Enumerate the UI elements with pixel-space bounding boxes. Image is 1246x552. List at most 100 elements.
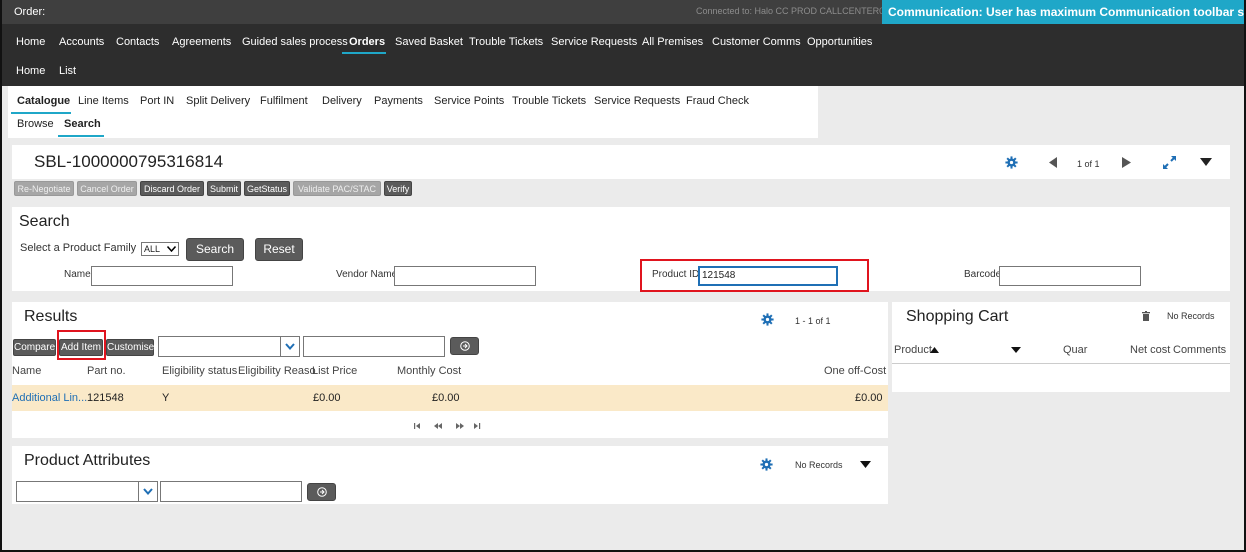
tab-port-in[interactable]: Port IN xyxy=(140,95,174,107)
communication-banner[interactable]: Communication: User has maximum Communic… xyxy=(882,0,1244,24)
results-title: Results xyxy=(24,308,78,325)
cancel-order-button[interactable]: Cancel Order xyxy=(77,181,137,196)
query-field-select[interactable] xyxy=(158,336,300,357)
subnav-home[interactable]: Home xyxy=(16,65,45,77)
nav-service-requests[interactable]: Service Requests xyxy=(551,36,637,48)
tab-line-items[interactable]: Line Items xyxy=(78,95,129,107)
chevron-down-icon[interactable] xyxy=(860,461,871,468)
nav-trouble-tickets[interactable]: Trouble Tickets xyxy=(469,36,543,48)
attribute-go-button[interactable] xyxy=(307,483,336,501)
name-label: Name: xyxy=(64,269,94,280)
chevron-down-icon[interactable] xyxy=(1200,158,1212,166)
nav-contacts[interactable]: Contacts xyxy=(116,36,159,48)
results-count: 1 - 1 of 1 xyxy=(795,316,831,326)
validate-pac-stac-button[interactable]: Validate PAC/STAC xyxy=(293,181,381,196)
search-panel: Search Select a Product Family ALL Searc… xyxy=(12,207,1230,292)
subtab-search[interactable]: Search xyxy=(64,118,101,130)
tab-delivery[interactable]: Delivery xyxy=(322,95,362,107)
tab-catalogue[interactable]: Catalogue xyxy=(17,95,70,107)
app-window: Order: Connected to: Halo CC PROD CALLCE… xyxy=(0,0,1246,552)
compare-button[interactable]: Compare xyxy=(13,339,56,356)
nav-guided-sales[interactable]: Guided sales process xyxy=(242,36,348,48)
get-status-button[interactable]: GetStatus xyxy=(244,181,290,196)
attributes-gear-icon[interactable] xyxy=(760,458,773,471)
verify-button[interactable]: Verify xyxy=(384,181,412,196)
attribute-field-select[interactable] xyxy=(16,481,158,502)
cart-col-product[interactable]: Product xyxy=(894,344,932,356)
col-name[interactable]: Name xyxy=(12,365,41,377)
tab-fulfilment[interactable]: Fulfilment xyxy=(260,95,308,107)
cart-col-net-cost[interactable]: Net cost xyxy=(1130,344,1170,356)
top-bar: Order: Connected to: Halo CC PROD CALLCE… xyxy=(2,0,1244,24)
cell-part-no: 121548 xyxy=(87,392,124,404)
action-toolbar: Re-Negotiate Cancel Order Discard Order … xyxy=(12,179,1230,199)
dropdown-arrow-icon xyxy=(167,246,176,252)
nav-orders[interactable]: Orders xyxy=(349,36,385,48)
cart-records: No Records xyxy=(1167,311,1215,321)
cell-monthly-cost: £0.00 xyxy=(432,392,460,404)
discard-order-button[interactable]: Discard Order xyxy=(140,181,204,196)
cart-col-comments[interactable]: Comments xyxy=(1173,344,1226,356)
cart-col-quantity[interactable]: Quar xyxy=(1063,344,1087,356)
vendor-name-label: Vendor Name: xyxy=(336,269,400,280)
submit-button[interactable]: Submit xyxy=(207,181,241,196)
cart-title: Shopping Cart xyxy=(906,308,1009,325)
cell-name[interactable]: Additional Lin... xyxy=(12,392,87,404)
query-field-dropdown[interactable] xyxy=(280,337,299,356)
add-item-highlight xyxy=(57,330,106,360)
gear-icon[interactable] xyxy=(1005,156,1018,169)
search-button[interactable]: Search xyxy=(186,238,244,261)
product-id-highlight xyxy=(640,259,869,292)
tab-trouble-tickets[interactable]: Trouble Tickets xyxy=(512,95,586,107)
nav-all-premises[interactable]: All Premises xyxy=(642,36,703,48)
col-part-no[interactable]: Part no. xyxy=(87,365,126,377)
nav-opportunities[interactable]: Opportunities xyxy=(807,36,872,48)
nav-home[interactable]: Home xyxy=(16,36,45,48)
nav-agreements[interactable]: Agreements xyxy=(172,36,231,48)
search-title: Search xyxy=(19,213,70,230)
pager-text: 1 of 1 xyxy=(1077,159,1100,169)
sort-up-icon[interactable] xyxy=(930,347,939,353)
trash-icon[interactable] xyxy=(1142,311,1150,321)
tab-service-requests[interactable]: Service Requests xyxy=(594,95,680,107)
nav-accounts[interactable]: Accounts xyxy=(59,36,104,48)
chevron-down-icon[interactable] xyxy=(1011,347,1021,353)
attribute-value-input[interactable] xyxy=(160,481,302,502)
product-family-select[interactable]: ALL xyxy=(141,242,179,256)
renegotiate-button[interactable]: Re-Negotiate xyxy=(14,181,74,196)
attributes-records: No Records xyxy=(795,460,843,470)
name-input[interactable] xyxy=(91,266,233,286)
tab-active-indicator xyxy=(11,112,71,114)
arrow-right-circle-icon xyxy=(460,341,470,351)
barcode-input[interactable] xyxy=(999,266,1141,286)
expand-icon[interactable] xyxy=(1162,155,1177,170)
tab-split-delivery[interactable]: Split Delivery xyxy=(186,95,250,107)
go-button[interactable] xyxy=(450,337,479,355)
tab-fraud-check[interactable]: Fraud Check xyxy=(686,95,749,107)
subnav-list[interactable]: List xyxy=(59,65,76,77)
results-gear-icon[interactable] xyxy=(761,313,774,326)
cell-eligibility: Y xyxy=(162,392,170,404)
col-one-off-cost[interactable]: One off-Cost xyxy=(824,365,886,377)
nav-customer-comms[interactable]: Customer Comms xyxy=(712,36,801,48)
col-eligibility-reason[interactable]: Eligibility Reaso xyxy=(238,365,316,377)
attributes-title: Product Attributes xyxy=(24,452,151,469)
tab-payments[interactable]: Payments xyxy=(374,95,423,107)
product-attributes-panel: Product Attributes No Records xyxy=(12,446,888,504)
customise-button[interactable]: Customise xyxy=(106,339,154,356)
nav-saved-basket[interactable]: Saved Basket xyxy=(395,36,463,48)
col-list-price[interactable]: List Price xyxy=(312,365,357,377)
col-monthly-cost[interactable]: Monthly Cost xyxy=(397,365,461,377)
vendor-name-input[interactable] xyxy=(394,266,536,286)
attribute-field-dropdown[interactable] xyxy=(138,482,157,501)
next-record-icon[interactable] xyxy=(1122,157,1131,168)
tab-service-points[interactable]: Service Points xyxy=(434,95,504,107)
prev-record-icon[interactable] xyxy=(1049,157,1058,168)
query-value-input[interactable] xyxy=(303,336,445,357)
subtab-browse[interactable]: Browse xyxy=(17,118,54,130)
reset-button[interactable]: Reset xyxy=(255,238,303,261)
col-eligibility-status[interactable]: Eligibility status xyxy=(162,365,237,377)
table-row[interactable]: Additional Lin... 121548 Y £0.00 £0.00 £… xyxy=(12,385,888,411)
pager-controls[interactable] xyxy=(414,422,482,430)
product-family-value: ALL xyxy=(144,244,161,254)
